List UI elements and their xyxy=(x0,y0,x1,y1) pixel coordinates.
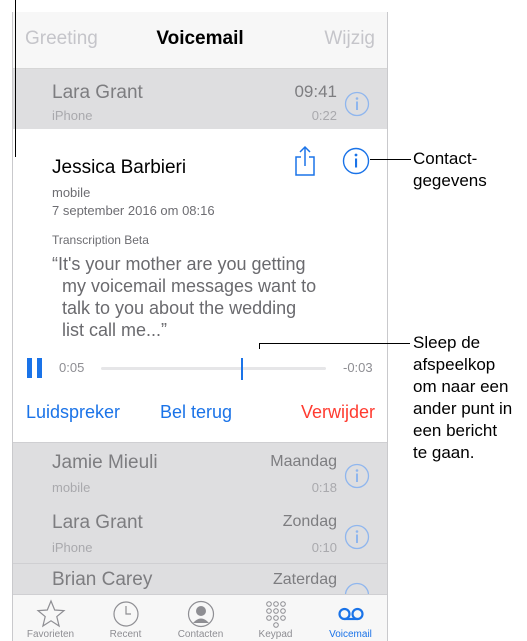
message-day: Zondag xyxy=(282,513,337,530)
remaining-time: -0:03 xyxy=(343,360,373,375)
callout-leader-line xyxy=(259,343,260,349)
share-icon[interactable] xyxy=(293,145,317,177)
message-actions: Luidspreker Bel terug Verwijder xyxy=(13,402,387,442)
info-icon[interactable] xyxy=(342,147,370,175)
transcription-title: Transcription Beta xyxy=(52,233,149,247)
callout-leader-line xyxy=(259,343,410,344)
message-duration: 0:18 xyxy=(311,480,337,495)
navigation-bar: Greeting Voicemail Wijzig xyxy=(13,12,387,69)
message-day: Zaterdag xyxy=(272,571,337,588)
callout-line: een bericht xyxy=(413,421,498,440)
callout-line: Contact- xyxy=(413,149,478,168)
caller-name: Jamie Mieuli xyxy=(52,452,158,473)
playback-track[interactable] xyxy=(101,367,326,370)
caller-label: mobile xyxy=(52,480,91,495)
transcript-line: my voicemail messages want to xyxy=(62,276,317,296)
transcript-line: “It's your mother are you getting xyxy=(52,254,306,274)
info-icon[interactable] xyxy=(344,91,370,117)
tab-label: Voicemail xyxy=(329,629,372,640)
call-back-button[interactable]: Bel terug xyxy=(160,402,232,423)
playhead[interactable] xyxy=(240,358,243,380)
keypad-icon xyxy=(265,601,286,628)
message-time: 09:41 xyxy=(294,82,337,101)
message-duration: 0:22 xyxy=(311,108,337,123)
elapsed-time: 0:05 xyxy=(59,360,85,375)
callout-line: Sleep de xyxy=(413,333,481,352)
voicemail-row[interactable]: Lara Grant iPhone Zondag 0:10 xyxy=(13,503,387,564)
clock-icon xyxy=(112,601,139,627)
callout-line: om naar een xyxy=(413,377,509,396)
caller-label: mobile xyxy=(52,185,91,200)
tab-voicemail[interactable]: Voicemail xyxy=(313,595,387,641)
voicemail-row[interactable]: Lara Grant iPhone 09:41 0:22 xyxy=(13,69,387,130)
scrub-callout: Sleep de afspeelkop om naar een ander pu… xyxy=(413,332,512,464)
tab-label: Contacten xyxy=(177,629,224,640)
tab-keypad[interactable]: Keypad xyxy=(238,595,313,641)
tab-bar: Favorieten Recent Contacten Keypad Voice… xyxy=(13,594,387,641)
message-duration: 0:10 xyxy=(311,540,337,555)
delete-button[interactable]: Verwijder xyxy=(301,402,375,423)
message-date: 7 september 2016 om 08:16 xyxy=(52,203,215,218)
tab-label: Favorieten xyxy=(26,629,75,640)
callout-line: gegevens xyxy=(413,171,487,190)
pause-icon-bar xyxy=(37,358,42,378)
transcript-text: “It's your mother are you getting my voi… xyxy=(52,253,352,341)
voicemail-screen: Greeting Voicemail Wijzig Lara Grant iPh… xyxy=(12,12,388,641)
star-icon xyxy=(35,599,66,628)
contact-details-callout: Contact- gegevens xyxy=(413,148,487,192)
callout-line: te gaan. xyxy=(413,443,475,462)
voicemail-icon xyxy=(337,607,364,621)
edit-button[interactable]: Wijzig xyxy=(324,28,375,50)
voicemail-row[interactable]: Jamie Mieuli mobile Maandag 0:18 xyxy=(13,442,387,504)
caller-name: Lara Grant xyxy=(52,512,143,533)
callout-line: ander punt in xyxy=(413,399,513,418)
speaker-button[interactable]: Luidspreker xyxy=(26,402,120,423)
info-icon[interactable] xyxy=(344,524,370,550)
info-icon[interactable] xyxy=(344,463,370,489)
caller-label: iPhone xyxy=(52,108,93,123)
transcript-line: talk to you about the wedding xyxy=(62,298,297,318)
message-day: Maandag xyxy=(270,453,337,470)
pause-icon xyxy=(27,358,32,378)
contact-icon xyxy=(187,600,214,628)
caller-label: iPhone xyxy=(52,540,93,555)
callout-leader-line xyxy=(370,159,411,160)
tab-recent[interactable]: Recent xyxy=(88,595,163,641)
tab-label: Keypad xyxy=(258,629,293,640)
pause-button[interactable] xyxy=(27,358,45,378)
tab-label: Recent xyxy=(109,629,142,640)
callout-line: afspeelkop xyxy=(413,355,496,374)
caller-name: Jessica Barbieri xyxy=(52,157,187,178)
transcript-line: list call me...” xyxy=(62,320,168,340)
tab-favorites[interactable]: Favorieten xyxy=(13,595,88,641)
tab-contacts[interactable]: Contacten xyxy=(163,595,238,641)
callout-leader-line xyxy=(15,0,16,157)
caller-name: Lara Grant xyxy=(52,82,143,103)
caller-name: Brian Carey xyxy=(52,569,153,590)
